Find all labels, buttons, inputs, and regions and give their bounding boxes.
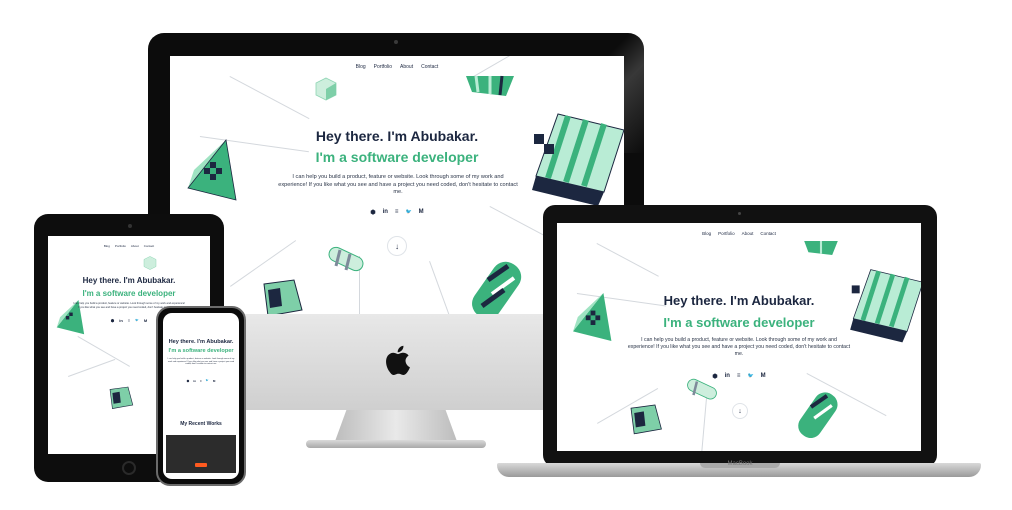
website-laptop: Blog Portfolio About Contact Hey there. … — [557, 223, 921, 451]
macbook-camera — [738, 212, 741, 215]
nav-about[interactable]: About — [131, 244, 139, 248]
hero-subtitle: I'm a software developer — [663, 315, 815, 330]
macbook-brand-label: MacBook — [727, 461, 753, 467]
stackoverflow-icon[interactable]: ≡ — [737, 373, 741, 380]
website-mobile: Hey there. I'm Abubakar. I'm a software … — [163, 313, 239, 479]
hero-description: I can help you build a product, feature … — [627, 337, 851, 358]
ipad-home-button — [122, 461, 136, 475]
scroll-down-button[interactable]: ↓ — [732, 403, 748, 419]
linkedin-icon[interactable]: in — [383, 209, 388, 216]
twitter-icon[interactable]: 🐦 — [135, 318, 139, 323]
cube-small-illustration — [143, 256, 157, 270]
hero-subtitle: I'm a software developer — [82, 289, 176, 298]
hero-description: I can help you build a product, feature … — [167, 358, 235, 366]
flag-illustration — [804, 241, 838, 255]
decor-line — [701, 397, 707, 451]
decor-line — [229, 76, 310, 119]
imac-foot — [306, 440, 486, 448]
nav-contact[interactable]: Contact — [144, 244, 154, 248]
hero-description: I can help you build a product, feature … — [278, 174, 518, 196]
nav-contact[interactable]: Contact — [421, 64, 438, 70]
medium-icon[interactable]: M — [761, 373, 766, 380]
cylinder-illustration — [472, 261, 522, 314]
hero-subtitle: I'm a software developer — [315, 149, 479, 165]
social-links: ⬢ in ≡ 🐦 M — [557, 373, 921, 380]
capsule-illustration — [328, 246, 364, 272]
box-illustration — [630, 404, 662, 435]
stackoverflow-icon[interactable]: ≡ — [128, 318, 130, 323]
stackoverflow-icon[interactable]: ≡ — [395, 209, 399, 216]
nav-portfolio[interactable]: Portfolio — [115, 244, 126, 248]
imac-stand — [334, 410, 458, 444]
social-links: ⬢ in ≡ 🐦 M — [163, 379, 239, 383]
decor-line — [429, 261, 451, 314]
recent-works-heading: My Recent Works — [180, 421, 222, 427]
arrow-down-icon: ↓ — [395, 241, 399, 251]
macbook-screen: Blog Portfolio About Contact Hey there. … — [557, 223, 921, 451]
nav-portfolio[interactable]: Portfolio — [718, 231, 735, 236]
top-nav: Blog Portfolio About Contact — [170, 64, 624, 70]
top-nav: Blog Portfolio About Contact — [557, 231, 921, 236]
nav-contact[interactable]: Contact — [760, 231, 776, 236]
top-nav: Blog Portfolio About Contact — [48, 244, 210, 248]
imac-camera — [394, 40, 398, 44]
nav-blog[interactable]: Blog — [356, 64, 366, 70]
hero-title: Hey there. I'm Abubakar. — [168, 339, 234, 345]
scroll-down-button[interactable]: ↓ — [387, 236, 407, 256]
nav-portfolio[interactable]: Portfolio — [374, 64, 392, 70]
nav-blog[interactable]: Blog — [104, 244, 110, 248]
shield-icon[interactable]: ⬢ — [712, 373, 717, 380]
decor-line — [68, 358, 116, 377]
nav-about[interactable]: About — [400, 64, 413, 70]
linkedin-icon[interactable]: in — [119, 318, 123, 323]
shield-icon[interactable]: ⬢ — [187, 379, 190, 383]
twitter-icon[interactable]: 🐦 — [206, 379, 209, 383]
decor-line — [596, 243, 659, 277]
shield-icon[interactable]: ⬢ — [370, 209, 375, 216]
medium-icon[interactable]: M — [419, 209, 424, 216]
cylinder-illustration — [798, 392, 838, 438]
project-card[interactable] — [166, 435, 236, 473]
medium-icon[interactable]: M — [213, 379, 216, 383]
twitter-icon[interactable]: 🐦 — [405, 209, 411, 216]
nav-about[interactable]: About — [742, 231, 754, 236]
linkedin-icon[interactable]: in — [193, 379, 196, 383]
stackoverflow-icon[interactable]: ≡ — [200, 379, 202, 383]
hero-title: Hey there. I'm Abubakar. — [663, 293, 815, 308]
ipad-camera — [128, 224, 132, 228]
project-card-button[interactable] — [195, 463, 207, 467]
linkedin-icon[interactable]: in — [725, 373, 730, 380]
hero-subtitle: I'm a software developer — [168, 348, 234, 354]
twitter-icon[interactable]: 🐦 — [747, 373, 753, 380]
box-illustration — [263, 279, 303, 314]
apple-logo-icon — [386, 345, 410, 375]
cube-small-illustration — [315, 77, 337, 101]
iphone-screen: Hey there. I'm Abubakar. I'm a software … — [163, 313, 239, 479]
arrow-down-icon: ↓ — [738, 407, 742, 415]
box-illustration — [109, 386, 134, 409]
nav-blog[interactable]: Blog — [702, 231, 711, 236]
shield-icon[interactable]: ⬢ — [111, 318, 115, 323]
flag-illustration — [466, 75, 514, 96]
medium-icon[interactable]: M — [144, 318, 147, 323]
hero-title: Hey there. I'm Abubakar. — [82, 276, 176, 285]
capsule-illustration — [687, 378, 717, 400]
hero-title: Hey there. I'm Abubakar. — [315, 128, 479, 144]
